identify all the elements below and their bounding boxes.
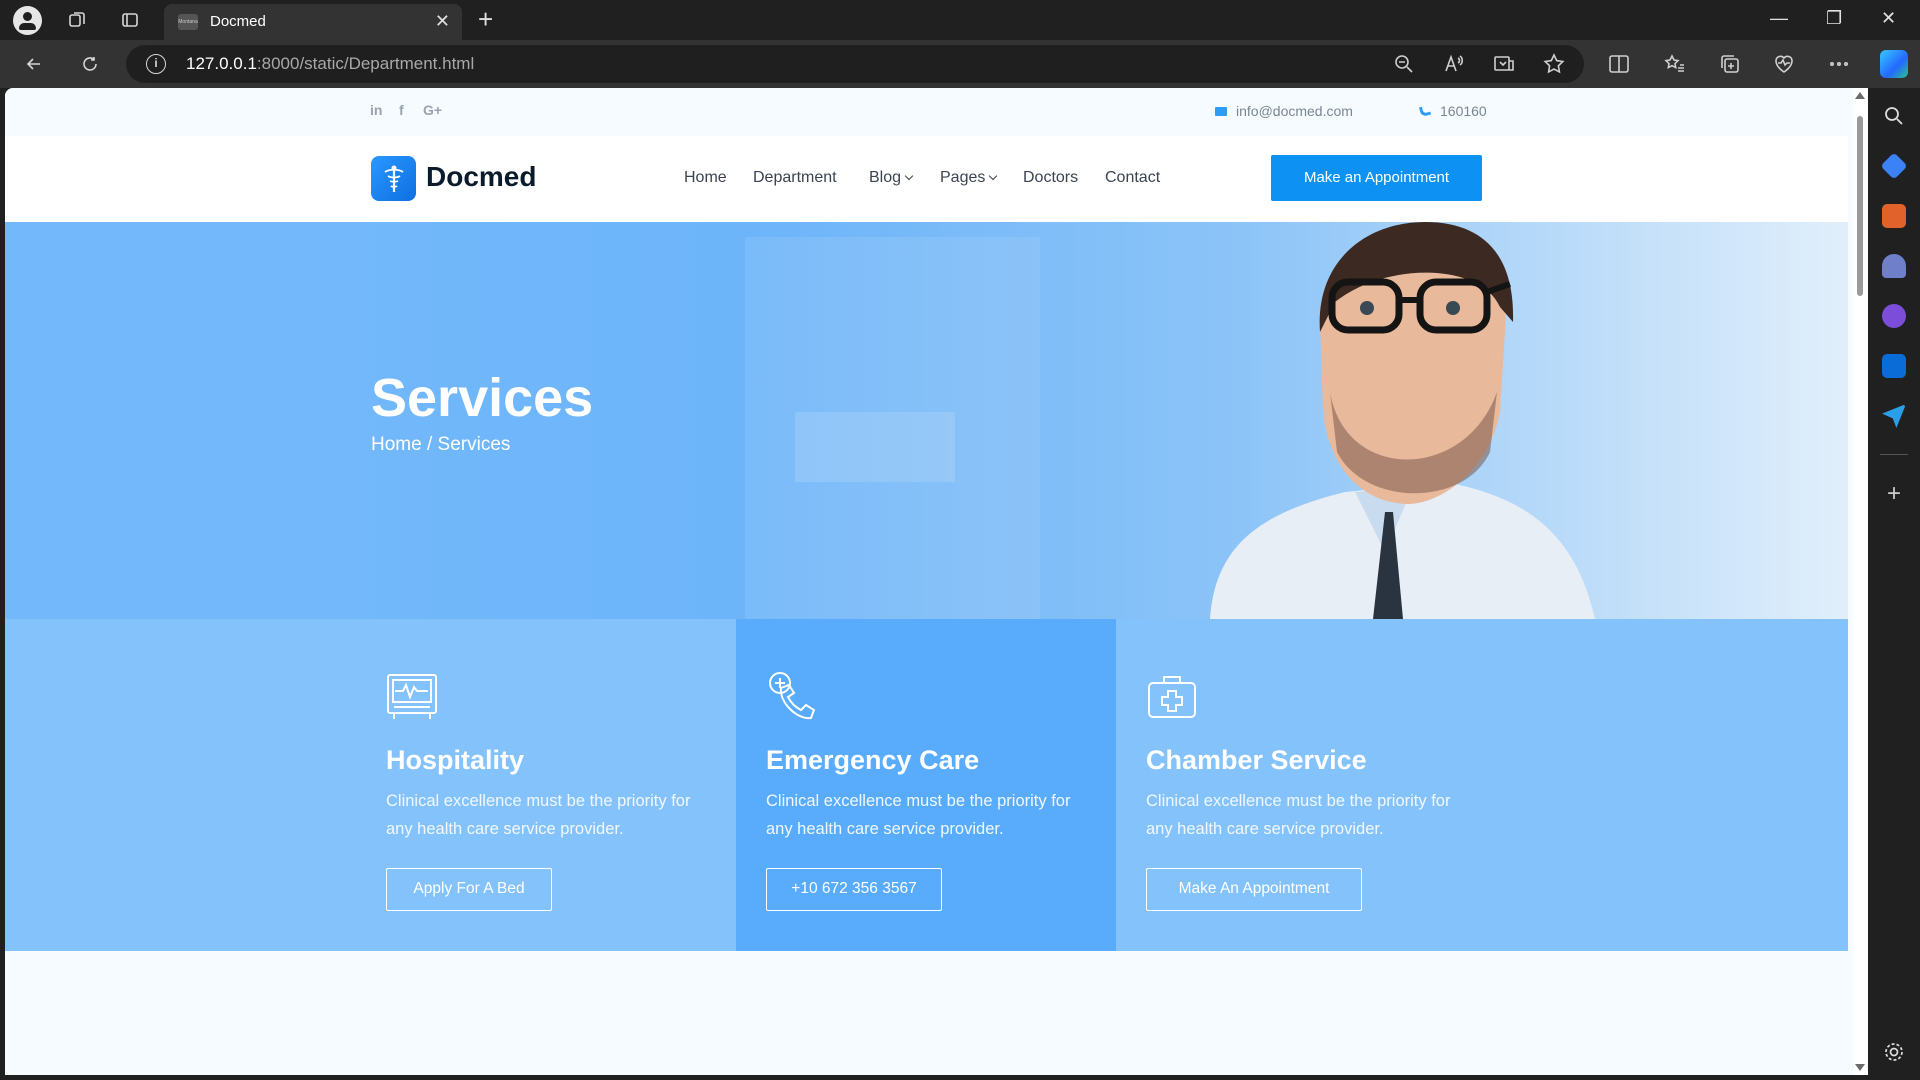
main-navbar: Docmed Home Department Blog Pages Doctor… — [5, 136, 1848, 222]
nav-doctors[interactable]: Doctors — [1023, 169, 1078, 187]
header-top-strip: in f G+ info@docmed.com 160160 — [5, 88, 1848, 136]
make-appointment-button[interactable]: Make an Appointment — [1271, 155, 1482, 201]
url-host: 127.0.0.1 — [186, 54, 257, 73]
phone-contact[interactable]: 160160 — [1418, 103, 1487, 119]
medical-kit-icon — [1146, 671, 1198, 723]
chevron-down-icon — [904, 171, 914, 181]
browser-tab-bar: Montana Docmed ✕ + — ❐ ✕ — [0, 0, 1920, 40]
microsoft365-icon[interactable] — [1882, 304, 1906, 328]
service-title: Hospitality — [386, 745, 525, 775]
service-card-emergency: Emergency Care Clinical excellence must … — [736, 619, 1116, 951]
browser-address-bar: i 127.0.0.1:8000/static/Department.html — [0, 40, 1920, 88]
emergency-phone-button[interactable]: +10 672 356 3567 — [766, 868, 942, 911]
phone-icon — [1418, 104, 1432, 118]
phone-text: 160160 — [1440, 103, 1487, 119]
minimize-icon[interactable]: — — [1770, 8, 1788, 29]
page-viewport: in f G+ info@docmed.com 160160 Docmed Ho… — [5, 88, 1868, 1075]
site-info-icon[interactable]: i — [146, 54, 166, 74]
phone-medical-icon — [766, 671, 818, 723]
collections-icon[interactable] — [1718, 52, 1742, 76]
email-contact[interactable]: info@docmed.com — [1215, 103, 1353, 119]
service-description: Clinical excellence must be the priority… — [386, 792, 691, 838]
service-title: Emergency Care — [766, 745, 980, 775]
tab-title: Docmed — [210, 13, 266, 30]
shopping-tag-icon[interactable] — [1880, 152, 1908, 180]
favorites-list-icon[interactable] — [1663, 52, 1687, 76]
nav-department[interactable]: Department — [753, 169, 837, 187]
google-plus-icon[interactable]: G+ — [423, 102, 442, 118]
scroll-down-arrow-icon[interactable] — [1855, 1064, 1865, 1071]
hero-banner: Services Home / Services — [5, 222, 1848, 619]
url-path: :8000/static/Department.html — [256, 54, 475, 73]
services-section: Hospitality Clinical excellence must be … — [5, 619, 1848, 951]
tools-icon[interactable] — [1882, 204, 1906, 228]
scroll-up-arrow-icon[interactable] — [1855, 92, 1865, 99]
brand-name[interactable]: Docmed — [426, 161, 536, 193]
split-screen-icon[interactable] — [1607, 52, 1631, 76]
vertical-tabs-icon[interactable] — [114, 4, 146, 36]
outlook-icon[interactable] — [1882, 354, 1906, 378]
sidebar-search-icon[interactable] — [1882, 104, 1906, 128]
add-sidebar-app-icon[interactable]: + — [1882, 482, 1906, 507]
scroll-thumb[interactable] — [1857, 116, 1863, 296]
url-text: 127.0.0.1:8000/static/Department.html — [186, 54, 474, 74]
back-icon[interactable] — [18, 48, 50, 80]
breadcrumb-separator: / — [426, 434, 433, 455]
immersive-reader-icon[interactable] — [1492, 52, 1516, 76]
nav-blog-label: Blog — [869, 169, 902, 186]
copilot-icon[interactable] — [1880, 50, 1908, 78]
chevron-down-icon — [989, 171, 998, 181]
edge-sidebar: + — [1868, 88, 1920, 1080]
page-lower-area — [5, 951, 1848, 1075]
new-tab-icon[interactable]: + — [478, 6, 493, 32]
email-text: info@docmed.com — [1236, 103, 1353, 119]
telegram-icon[interactable] — [1882, 404, 1906, 428]
service-description: Clinical excellence must be the priority… — [766, 792, 1071, 838]
logo-icon[interactable] — [371, 156, 416, 201]
read-aloud-icon[interactable] — [1442, 52, 1466, 76]
doctor-photo — [745, 222, 1848, 619]
zoom-icon[interactable] — [1392, 52, 1416, 76]
page-scrollbar[interactable] — [1853, 88, 1867, 1075]
workspaces-icon[interactable] — [61, 4, 93, 36]
service-card-chamber: Chamber Service Clinical excellence must… — [1116, 619, 1848, 951]
nav-blog[interactable]: Blog — [869, 169, 914, 187]
nav-contact[interactable]: Contact — [1105, 169, 1160, 187]
games-icon[interactable] — [1882, 254, 1906, 278]
apply-bed-button[interactable]: Apply For A Bed — [386, 868, 552, 911]
envelope-icon — [1215, 107, 1227, 116]
window-close-icon[interactable]: ✕ — [1881, 8, 1896, 29]
nav-home[interactable]: Home — [684, 169, 727, 187]
service-title: Chamber Service — [1146, 745, 1367, 775]
breadcrumb-current: Services — [437, 434, 511, 455]
tab-close-icon[interactable]: ✕ — [435, 12, 450, 30]
page-title: Services — [371, 368, 594, 428]
facebook-icon[interactable]: f — [399, 102, 404, 118]
make-appointment-service-button[interactable]: Make An Appointment — [1146, 868, 1362, 911]
favorite-star-icon[interactable] — [1542, 52, 1566, 76]
active-tab[interactable]: Montana Docmed ✕ — [164, 4, 462, 40]
tab-favicon: Montana — [178, 14, 198, 30]
nav-pages[interactable]: Pages — [940, 169, 998, 187]
more-menu-icon[interactable] — [1827, 52, 1851, 76]
breadcrumb-home[interactable]: Home — [371, 434, 422, 455]
service-description: Clinical excellence must be the priority… — [1146, 792, 1451, 838]
browser-essentials-icon[interactable] — [1772, 52, 1796, 76]
linkedin-icon[interactable]: in — [370, 102, 382, 118]
service-card-hospitality: Hospitality Clinical excellence must be … — [5, 619, 736, 951]
sidebar-divider — [1880, 454, 1908, 455]
url-field[interactable]: i 127.0.0.1:8000/static/Department.html — [126, 45, 1584, 83]
profile-icon[interactable] — [13, 6, 42, 35]
restore-icon[interactable]: ❐ — [1826, 8, 1842, 29]
heart-monitor-icon — [386, 671, 438, 723]
sidebar-settings-icon[interactable] — [1882, 1040, 1906, 1064]
nav-pages-label: Pages — [940, 169, 986, 186]
breadcrumb: Home / Services — [371, 434, 510, 456]
refresh-icon[interactable] — [74, 48, 106, 80]
